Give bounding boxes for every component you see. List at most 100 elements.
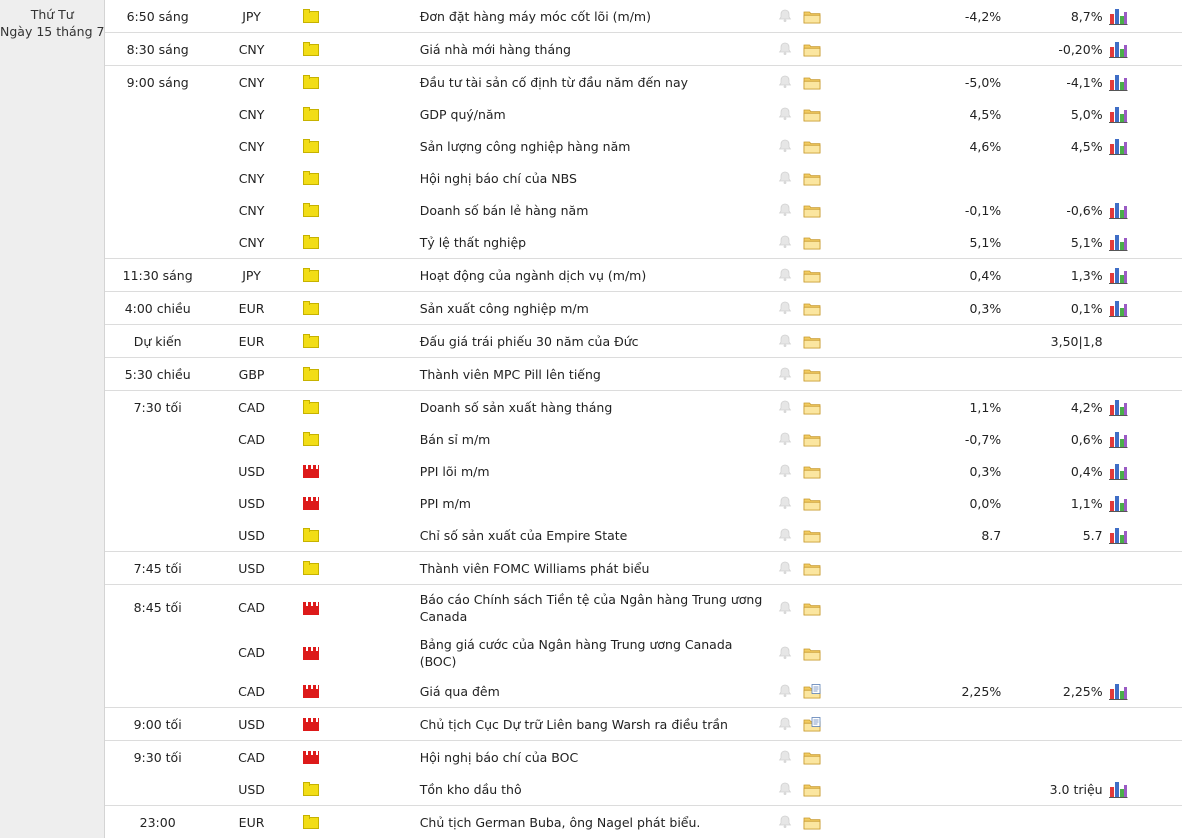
event-row[interactable]: CNYHội nghị báo chí của NBS — [0, 162, 1182, 194]
bell-icon[interactable] — [777, 333, 793, 348]
event-alert-cell[interactable] — [767, 259, 803, 292]
event-alert-cell[interactable] — [767, 773, 803, 806]
folder-icon[interactable] — [803, 8, 821, 23]
bar-chart-icon[interactable] — [1108, 234, 1128, 249]
event-row[interactable]: 8:30 sángCNYGiá nhà mới hàng tháng-0,20% — [0, 33, 1182, 66]
folder-icon[interactable] — [803, 781, 821, 796]
event-row[interactable]: 7:45 tốiUSDThành viên FOMC Williams phát… — [0, 552, 1182, 585]
event-name[interactable]: Đấu giá trái phiếu 30 năm của Đức — [408, 325, 768, 358]
event-alert-cell[interactable] — [767, 585, 803, 631]
bell-icon[interactable] — [777, 267, 793, 282]
bell-icon[interactable] — [777, 234, 793, 249]
event-chart-cell[interactable] — [1108, 423, 1182, 455]
event-name[interactable]: Tồn kho dầu thô — [408, 773, 768, 806]
event-name[interactable]: Doanh số sản xuất hàng tháng — [408, 391, 768, 424]
folder-icon[interactable] — [803, 431, 821, 446]
event-chart-cell[interactable] — [1108, 0, 1182, 33]
event-alert-cell[interactable] — [767, 66, 803, 99]
folder-icon[interactable] — [803, 106, 821, 121]
event-chart-cell[interactable] — [1108, 66, 1182, 99]
event-details-cell[interactable] — [803, 552, 872, 585]
bell-icon[interactable] — [777, 300, 793, 315]
event-row[interactable]: USDTồn kho dầu thô3.0 triệu — [0, 773, 1182, 806]
event-row[interactable]: 9:00 tốiUSDChủ tịch Cục Dự trữ Liên bang… — [0, 708, 1182, 741]
event-chart-cell[interactable] — [1108, 773, 1182, 806]
event-details-cell[interactable] — [803, 194, 872, 226]
event-alert-cell[interactable] — [767, 194, 803, 226]
bar-chart-icon[interactable] — [1108, 463, 1128, 478]
event-alert-cell[interactable] — [767, 423, 803, 455]
event-name[interactable]: Thành viên FOMC Williams phát biểu — [408, 552, 768, 585]
bell-icon[interactable] — [777, 781, 793, 796]
bell-icon[interactable] — [777, 399, 793, 414]
event-alert-cell[interactable] — [767, 98, 803, 130]
event-details-cell[interactable] — [803, 741, 872, 774]
folder-document-icon[interactable] — [803, 683, 821, 698]
event-row[interactable]: 9:00 sángCNYĐầu tư tài sản cố định từ đầ… — [0, 66, 1182, 99]
event-details-cell[interactable] — [803, 806, 872, 838]
event-name[interactable]: PPI m/m — [408, 487, 768, 519]
bell-icon[interactable] — [777, 560, 793, 575]
event-row[interactable]: 23:00EURChủ tịch German Buba, ông Nagel … — [0, 806, 1182, 838]
event-alert-cell[interactable] — [767, 806, 803, 838]
event-row[interactable]: Thứ TưNgày 15 tháng 76:50 sángJPYĐơn đặt… — [0, 0, 1182, 33]
event-row[interactable]: 4:00 chiềuEURSản xuất công nghiệp m/m0,3… — [0, 292, 1182, 325]
event-chart-cell[interactable] — [1108, 292, 1182, 325]
event-alert-cell[interactable] — [767, 519, 803, 552]
event-details-cell[interactable] — [803, 708, 872, 741]
event-name[interactable]: Hội nghị báo chí của BOC — [408, 741, 768, 774]
event-row[interactable]: CADBảng giá cước của Ngân hàng Trung ươn… — [0, 630, 1182, 675]
event-chart-cell[interactable] — [1108, 455, 1182, 487]
bar-chart-icon[interactable] — [1108, 399, 1128, 414]
folder-icon[interactable] — [803, 560, 821, 575]
event-details-cell[interactable] — [803, 519, 872, 552]
folder-icon[interactable] — [803, 749, 821, 764]
event-alert-cell[interactable] — [767, 391, 803, 424]
event-details-cell[interactable] — [803, 162, 872, 194]
bell-icon[interactable] — [777, 495, 793, 510]
folder-icon[interactable] — [803, 495, 821, 510]
event-name[interactable]: Chỉ số sản xuất của Empire State — [408, 519, 768, 552]
bar-chart-icon[interactable] — [1108, 74, 1128, 89]
event-alert-cell[interactable] — [767, 130, 803, 162]
event-name[interactable]: Đơn đặt hàng máy móc cốt lõi (m/m) — [408, 0, 768, 33]
bell-icon[interactable] — [777, 74, 793, 89]
event-details-cell[interactable] — [803, 630, 872, 675]
event-name[interactable]: Hội nghị báo chí của NBS — [408, 162, 768, 194]
folder-icon[interactable] — [803, 333, 821, 348]
folder-icon[interactable] — [803, 267, 821, 282]
folder-icon[interactable] — [803, 366, 821, 381]
event-row[interactable]: CNYTỷ lệ thất nghiệp5,1%5,1% — [0, 226, 1182, 259]
event-row[interactable]: 7:30 tốiCADDoanh số sản xuất hàng tháng1… — [0, 391, 1182, 424]
folder-icon[interactable] — [803, 463, 821, 478]
event-alert-cell[interactable] — [767, 358, 803, 391]
event-name[interactable]: Hoạt động của ngành dịch vụ (m/m) — [408, 259, 768, 292]
event-chart-cell[interactable] — [1108, 33, 1182, 66]
event-row[interactable]: 9:30 tốiCADHội nghị báo chí của BOC — [0, 741, 1182, 774]
bar-chart-icon[interactable] — [1108, 267, 1128, 282]
event-details-cell[interactable] — [803, 585, 872, 631]
event-name[interactable]: Chủ tịch German Buba, ông Nagel phát biể… — [408, 806, 768, 838]
folder-icon[interactable] — [803, 600, 821, 615]
event-name[interactable]: Đầu tư tài sản cố định từ đầu năm đến na… — [408, 66, 768, 99]
bar-chart-icon[interactable] — [1108, 527, 1128, 542]
event-details-cell[interactable] — [803, 292, 872, 325]
folder-icon[interactable] — [803, 527, 821, 542]
bar-chart-icon[interactable] — [1108, 495, 1128, 510]
bell-icon[interactable] — [777, 138, 793, 153]
event-row[interactable]: CNYGDP quý/năm4,5%5,0% — [0, 98, 1182, 130]
event-details-cell[interactable] — [803, 98, 872, 130]
event-name[interactable]: Bảng giá cước của Ngân hàng Trung ương C… — [408, 630, 768, 675]
folder-icon[interactable] — [803, 234, 821, 249]
event-details-cell[interactable] — [803, 773, 872, 806]
folder-icon[interactable] — [803, 645, 821, 660]
bell-icon[interactable] — [777, 814, 793, 829]
event-details-cell[interactable] — [803, 130, 872, 162]
folder-document-icon[interactable] — [803, 716, 821, 731]
bell-icon[interactable] — [777, 527, 793, 542]
event-details-cell[interactable] — [803, 455, 872, 487]
event-chart-cell[interactable] — [1108, 98, 1182, 130]
event-chart-cell[interactable] — [1108, 391, 1182, 424]
bell-icon[interactable] — [777, 8, 793, 23]
event-alert-cell[interactable] — [767, 487, 803, 519]
